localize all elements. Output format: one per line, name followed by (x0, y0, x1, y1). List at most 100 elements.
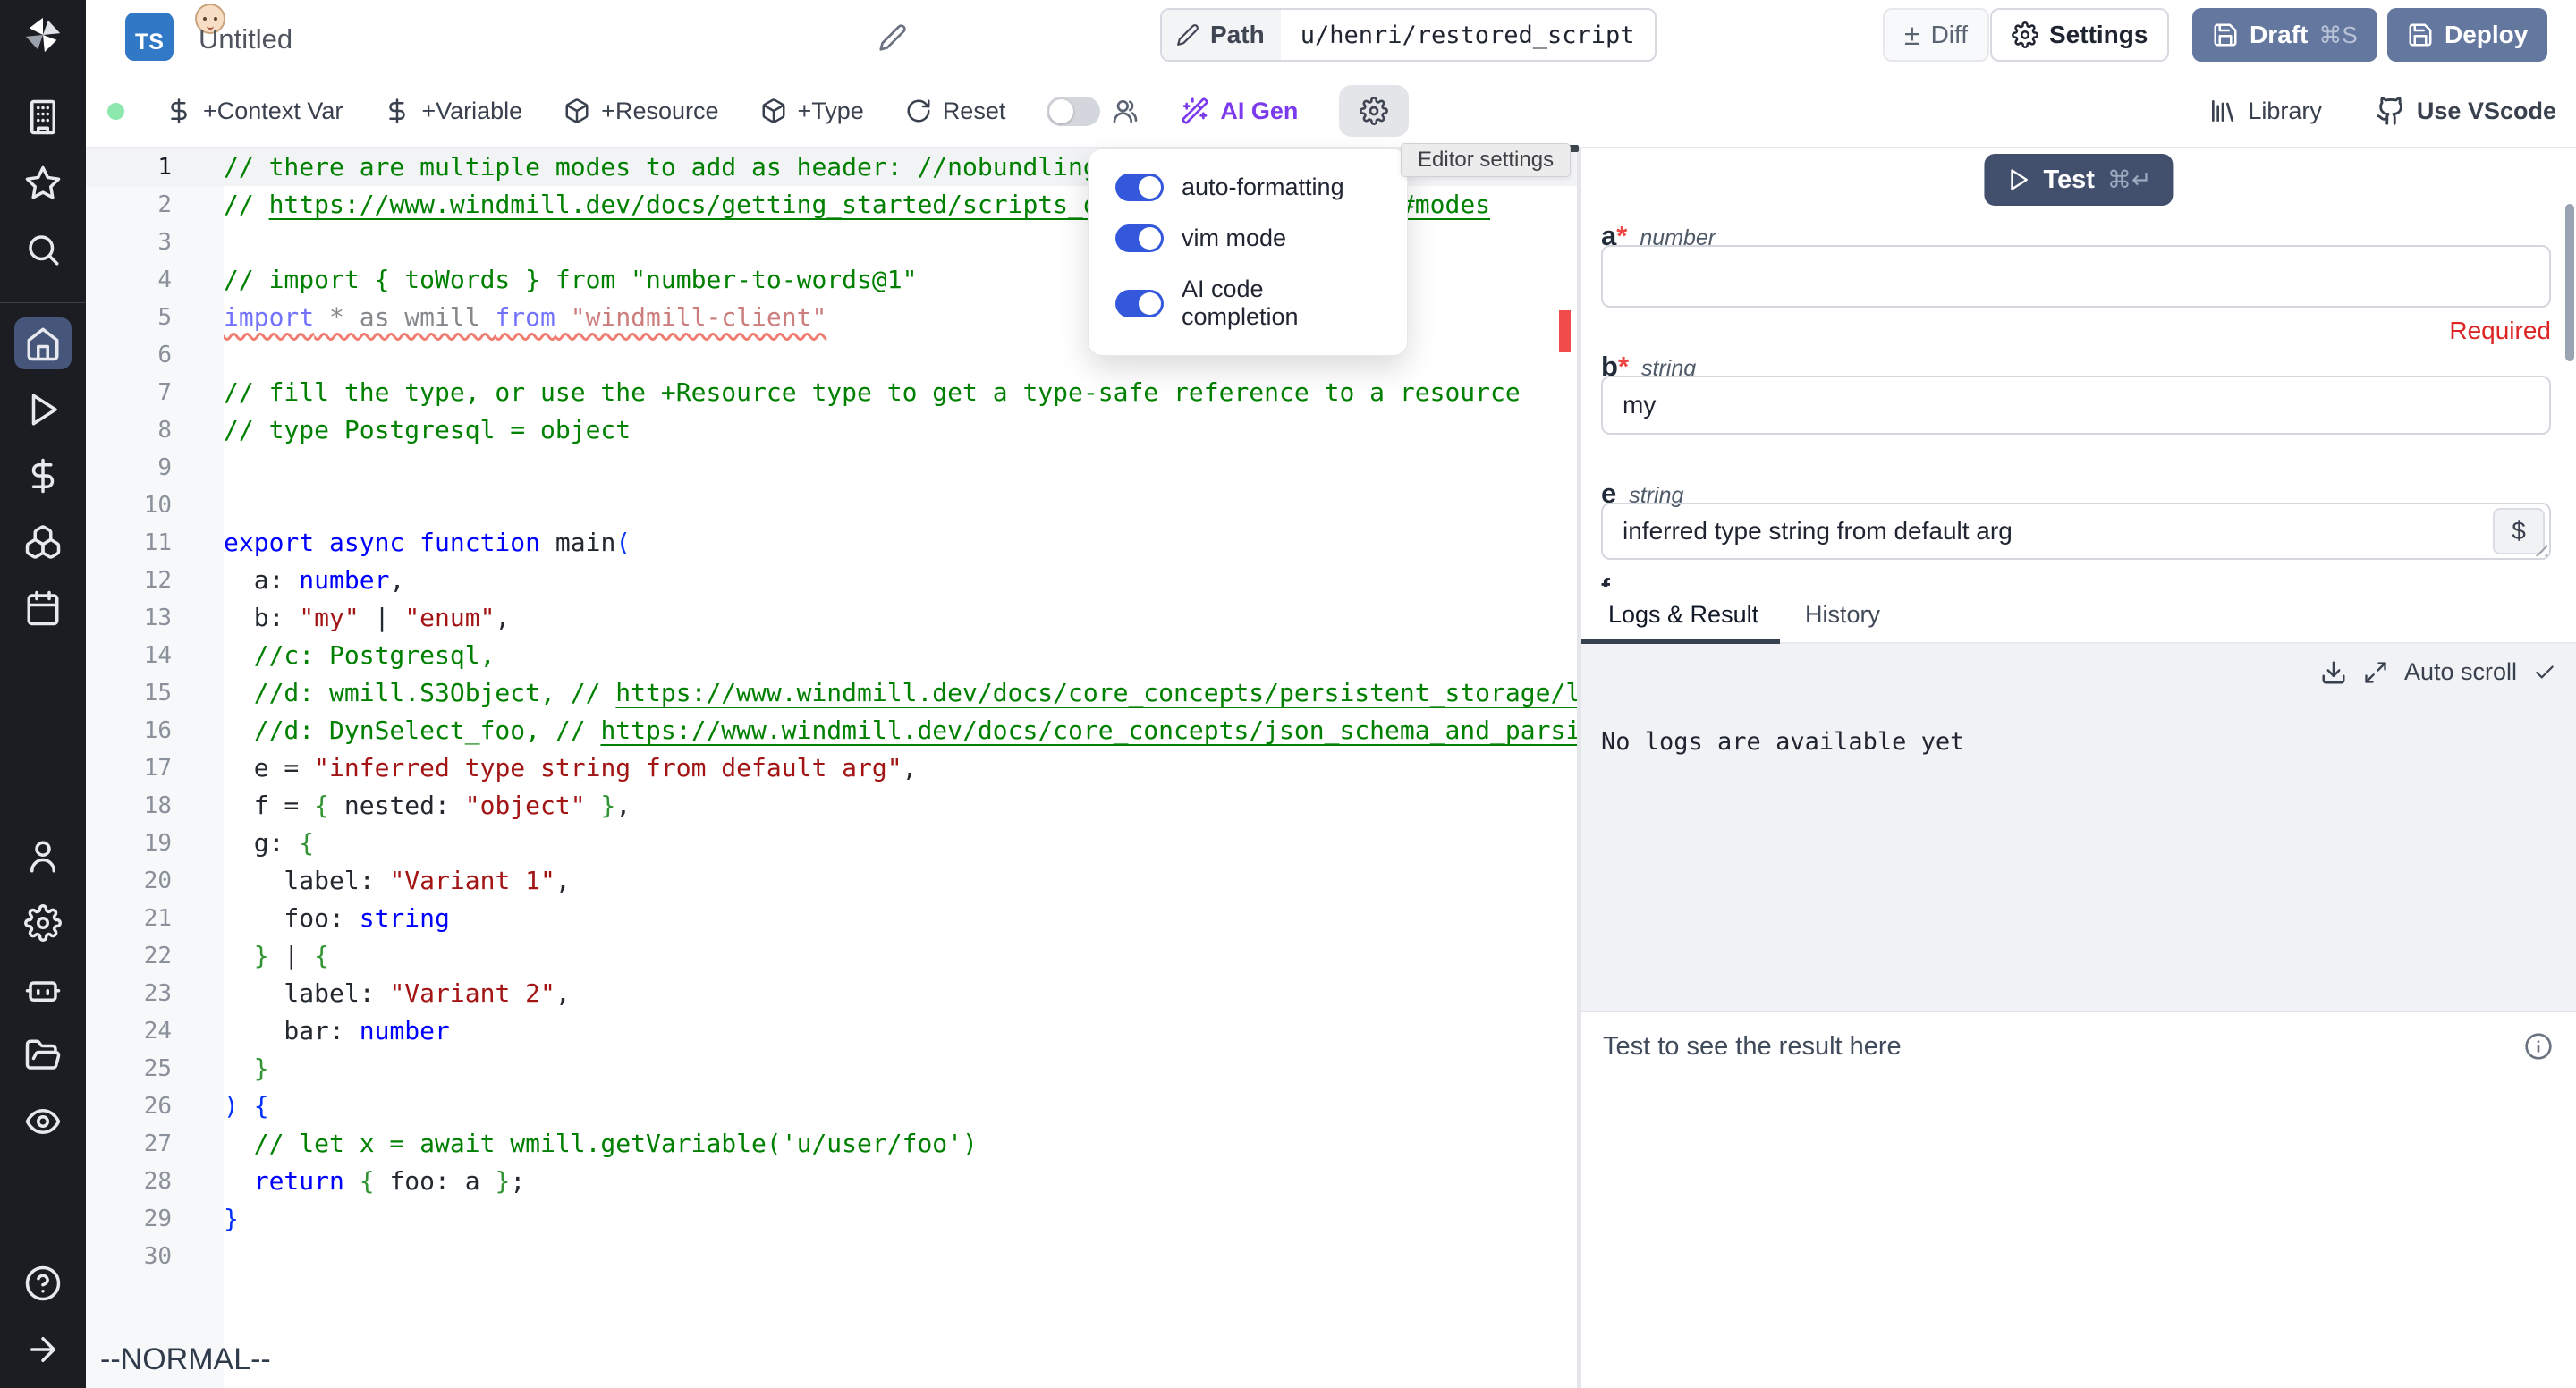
favorites-star-icon[interactable] (14, 157, 72, 209)
field-b-input[interactable] (1601, 376, 2551, 435)
save-icon (2407, 21, 2434, 48)
use-vscode-button[interactable]: Use VScode (2376, 96, 2556, 126)
code-line[interactable]: 16 //d: DynSelect_foo, // https://www.wi… (86, 712, 1577, 749)
code-line[interactable]: 28 return { foo: a }; (86, 1163, 1577, 1200)
add-type-button[interactable]: +Type (760, 97, 864, 125)
add-variable-button[interactable]: +Variable (384, 97, 522, 125)
workspace-building-icon[interactable] (14, 91, 72, 143)
download-logs-icon[interactable] (2320, 659, 2347, 686)
test-shortcut: ⌘↵ (2107, 166, 2152, 194)
code-line[interactable]: 19 g: { (86, 825, 1577, 862)
sidebar-item-resources[interactable] (14, 516, 72, 568)
code-line[interactable]: 26) { (86, 1088, 1577, 1125)
code-line[interactable]: 15 //d: wmill.S3Object, // https://www.w… (86, 674, 1577, 712)
code-line[interactable]: 14 //c: Postgresql, (86, 637, 1577, 674)
result-panel: Test to see the result here (1581, 1012, 2576, 1388)
sidebar (0, 0, 86, 1388)
add-resource-button[interactable]: +Resource (564, 97, 718, 125)
code-line[interactable]: 7// fill the type, or use the +Resource … (86, 374, 1577, 411)
auto-scroll-label[interactable]: Auto scroll (2404, 658, 2517, 686)
package-icon (760, 97, 787, 124)
line-number: 13 (86, 599, 172, 637)
info-icon[interactable] (2524, 1032, 2553, 1061)
library-button[interactable]: Library (2208, 97, 2322, 125)
sidebar-item-schedules[interactable] (14, 582, 72, 634)
toggle-switch[interactable] (1115, 290, 1164, 317)
line-number: 14 (86, 637, 172, 674)
draft-button[interactable]: Draft ⌘S (2192, 8, 2377, 62)
form-scrollbar[interactable] (2565, 204, 2574, 361)
line-number: 7 (86, 374, 172, 411)
line-number: 2 (86, 186, 172, 224)
settings-button[interactable]: Settings (1990, 8, 2169, 62)
sidebar-item-users[interactable] (14, 831, 72, 883)
editor-setting-toggle-vim-mode[interactable]: vim mode (1115, 224, 1380, 252)
dollar-icon (165, 97, 192, 124)
editor-settings-dropdown: auto-formatting vim mode AI code completio… (1088, 148, 1408, 356)
windmill-logo-icon[interactable] (22, 14, 64, 55)
resize-grip[interactable] (2533, 542, 2547, 556)
path-field[interactable]: Path u/henri/restored_script (1160, 8, 1657, 62)
code-line[interactable]: 13 b: "my" | "enum", (86, 599, 1577, 637)
line-number: 18 (86, 787, 172, 825)
help-icon[interactable] (14, 1257, 72, 1309)
line-number: 22 (86, 937, 172, 975)
collab-toggle[interactable] (1046, 97, 1140, 126)
code-line[interactable]: 21 foo: string (86, 900, 1577, 937)
code-line[interactable]: 17 e = "inferred type string from defaul… (86, 749, 1577, 787)
play-icon (2005, 167, 2030, 192)
sidebar-item-workers-bot[interactable] (14, 963, 72, 1015)
code-line[interactable]: 29} (86, 1200, 1577, 1238)
check-icon[interactable] (2533, 661, 2556, 684)
tab-history[interactable]: History (1805, 601, 1880, 629)
search-icon[interactable] (14, 224, 72, 275)
add-context-var-button[interactable]: +Context Var (165, 97, 343, 125)
deploy-button[interactable]: Deploy (2387, 8, 2547, 62)
code-line[interactable]: 12 a: number, (86, 562, 1577, 599)
line-number: 12 (86, 562, 172, 599)
expand-logs-icon[interactable] (2363, 660, 2388, 685)
sidebar-item-home[interactable] (14, 317, 72, 369)
toggle-switch[interactable] (1115, 224, 1164, 252)
sidebar-item-variables[interactable] (14, 450, 72, 502)
line-number: 9 (86, 449, 172, 487)
sidebar-item-folders[interactable] (14, 1029, 72, 1081)
code-line[interactable]: 27 // let x = await wmill.getVariable('u… (86, 1125, 1577, 1163)
editor-settings-gear-button[interactable] (1339, 85, 1409, 137)
collapse-sidebar-arrow-icon[interactable] (14, 1324, 72, 1375)
field-e-input[interactable]: inferred type string from default arg $ (1601, 503, 2551, 560)
editor-setting-toggle-AI-code-completion[interactable]: AI code completion (1115, 275, 1380, 331)
code-line[interactable]: 23 label: "Variant 2", (86, 975, 1577, 1012)
tab-logs-result[interactable]: Logs & Result (1608, 601, 1758, 629)
line-number: 26 (86, 1088, 172, 1125)
ai-gen-button[interactable]: AI Gen (1181, 97, 1298, 125)
reset-button[interactable]: Reset (905, 97, 1006, 125)
rename-pencil-icon[interactable] (878, 23, 907, 52)
package-icon (564, 97, 590, 124)
no-logs-message: No logs are available yet (1601, 728, 1964, 756)
sidebar-item-runs[interactable] (14, 384, 72, 436)
code-line[interactable]: 18 f = { nested: "object" }, (86, 787, 1577, 825)
field-a-input[interactable] (1601, 245, 2551, 308)
sidebar-item-settings[interactable] (14, 897, 72, 949)
editor-toolbar: +Context Var +Variable +Resource +Type R… (86, 75, 2576, 148)
code-line[interactable]: 11export async function main( (86, 524, 1577, 562)
code-line[interactable]: 25 } (86, 1050, 1577, 1088)
code-line[interactable]: 9 (86, 449, 1577, 487)
editor-setting-toggle-auto-formatting[interactable]: auto-formatting (1115, 174, 1380, 201)
code-line[interactable]: 8// type Postgresql = object (86, 411, 1577, 449)
code-line[interactable]: 10 (86, 487, 1577, 524)
line-number: 24 (86, 1012, 172, 1050)
editor-settings-tooltip: Editor settings (1401, 143, 1571, 177)
line-number: 8 (86, 411, 172, 449)
sidebar-item-audit-eye[interactable] (14, 1096, 72, 1147)
test-button[interactable]: Test ⌘↵ (1984, 154, 2173, 206)
code-line[interactable]: 22 } | { (86, 937, 1577, 975)
toggle-switch[interactable] (1115, 174, 1164, 201)
code-line[interactable]: 24 bar: number (86, 1012, 1577, 1050)
line-number: 21 (86, 900, 172, 937)
diff-button[interactable]: ± Diff (1883, 8, 1989, 62)
code-line[interactable]: 20 label: "Variant 1", (86, 862, 1577, 900)
panel-splitter[interactable] (1577, 148, 1581, 1388)
code-line[interactable]: 30 (86, 1238, 1577, 1275)
